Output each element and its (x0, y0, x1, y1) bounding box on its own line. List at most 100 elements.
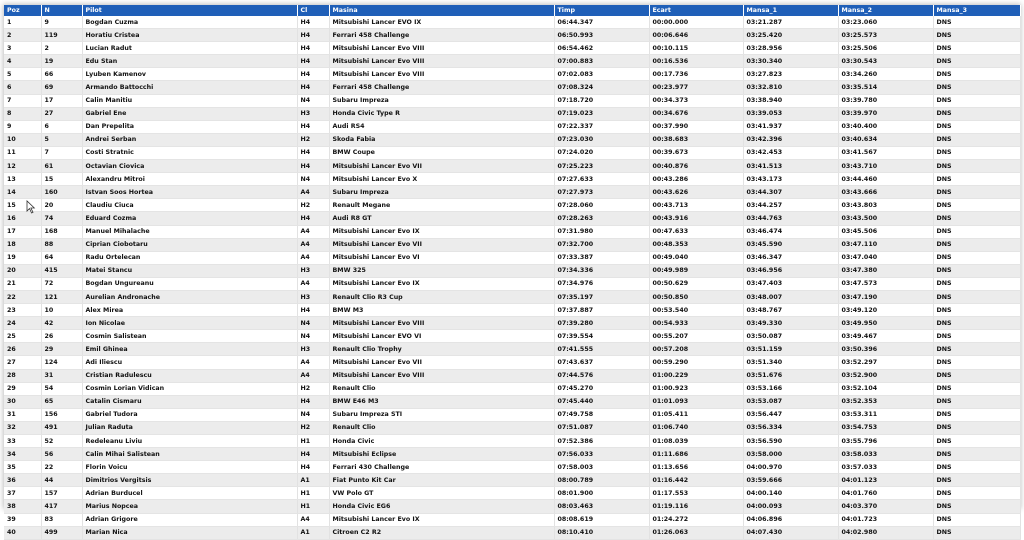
cell-pilot: Florin Voicu (82, 460, 298, 475)
table-row[interactable]: 1 9 Bogdan Cuzma H4 Mitsubishi Lancer EVO IX… (4, 16, 1021, 30)
cell-poz: 2 (4, 28, 42, 43)
cell-n: 415 (41, 264, 83, 278)
cell-mansa-2: 04:02.980 (838, 526, 934, 540)
cell-cl: A1 (297, 473, 330, 488)
cell-cl: H3 (297, 264, 330, 278)
column-header-mansa-3[interactable]: Mansa_3 (933, 5, 1021, 16)
table-row[interactable]: 12 61 Octavian Ciovica H4 Mitsubishi Lancer … (4, 159, 1021, 174)
table-row[interactable]: 17 168 Manuel Mihalache A4 Mitsubishi Lancer… (4, 225, 1021, 239)
cell-cl: H4 (297, 67, 330, 82)
cell-timp: 08:03.463 (554, 499, 650, 514)
table-row[interactable]: 24 42 Ion Nicolae N4 Mitsubishi Lancer Evo V… (4, 316, 1021, 331)
table-row[interactable]: 16 74 Eduard Cozma H4 Audi R8 GT 07:28.263 00:… (4, 211, 1021, 226)
column-header-mansa-1[interactable]: Mansa_1 (743, 5, 839, 16)
table-row[interactable]: 15 20 Claudiu Ciuca H2 Renault Megane 07:28.0… (4, 198, 1021, 213)
cell-mansa-3: DNS (933, 185, 1021, 200)
cell-n: 42 (41, 316, 83, 331)
table-row[interactable]: 18 88 Ciprian Ciobotaru A4 Mitsubishi Lancer… (4, 238, 1021, 252)
cell-mansa-1: 03:41.937 (743, 120, 839, 134)
cell-pilot: Marius Nopcea (82, 499, 298, 514)
table-row[interactable]: 13 15 Alexandru Mitroi N4 Mitsubishi Lancer … (4, 172, 1021, 187)
table-row[interactable]: 19 64 Radu Ortelecan A4 Mitsubishi Lancer Ev… (4, 251, 1021, 265)
cell-timp: 08:01.900 (554, 486, 650, 501)
cell-pilot: Armando Battocchi (82, 80, 298, 95)
cell-mansa-3: DNS (933, 277, 1021, 291)
column-header-cl[interactable]: Cl (297, 5, 330, 16)
column-header-timp[interactable]: Timp (554, 5, 650, 16)
table-row[interactable]: 6 69 Armando Battocchi H4 Ferrari 458 Challe… (4, 80, 1021, 95)
column-header-mansa-2[interactable]: Mansa_2 (838, 5, 934, 16)
cell-mansa-2: 03:40.400 (838, 120, 934, 134)
cell-mansa-1: 04:00.140 (743, 486, 839, 501)
table-row[interactable]: 14 160 Istvan Soos Hortea A4 Subaru Impreza 0… (4, 185, 1021, 200)
cell-mansa-3: DNS (933, 264, 1021, 278)
cell-n: 121 (41, 290, 83, 305)
cell-timp: 07:43.637 (554, 355, 650, 370)
table-row[interactable]: 35 22 Florin Voicu H4 Ferrari 430 Challenge 0… (4, 460, 1021, 475)
cell-masina: Audi RS4 (329, 120, 555, 134)
column-header-ecart[interactable]: Ecart (649, 5, 744, 16)
table-row[interactable]: 9 6 Dan Prepelita H4 Audi RS4 07:22.337 00:37.… (4, 120, 1021, 134)
table-row[interactable]: 38 417 Marius Nopcea H1 Honda Civic EG6 08:03… (4, 499, 1021, 514)
table-row[interactable]: 25 26 Cosmin Salistean N4 Mitsubishi Lancer … (4, 329, 1021, 344)
table-row[interactable]: 33 52 Redeleanu Liviu H1 Honda Civic 07:52.38… (4, 434, 1021, 449)
table-row[interactable]: 31 156 Gabriel Tudora N4 Subaru Impreza STI 0… (4, 408, 1021, 422)
column-header-pilot[interactable]: Pilot (82, 5, 298, 16)
table-row[interactable]: 36 44 Dimitrios Vergitsis A1 Fiat Punto Kit … (4, 473, 1021, 488)
cell-timp: 08:00.789 (554, 473, 650, 488)
cell-mansa-3: DNS (933, 198, 1021, 213)
table-row[interactable]: 5 66 Lyuben Kamenov H4 Mitsubishi Lancer Evo… (4, 67, 1021, 82)
table-row[interactable]: 3 2 Lucian Radut H4 Mitsubishi Lancer Evo VI… (4, 41, 1021, 56)
cell-mansa-2: 03:54.753 (838, 421, 934, 436)
cell-ecart: 00:54.933 (649, 316, 744, 331)
table-row[interactable]: 2 119 Horatiu Cristea H4 Ferrari 458 Challen… (4, 28, 1021, 43)
table-row[interactable]: 34 56 Calin Mihai Salistean H4 Mitsubishi Ec… (4, 447, 1021, 462)
cell-pilot: Costi Stratnic (82, 146, 298, 161)
table-row[interactable]: 23 10 Alex Mirea H4 BMW M3 07:37.887 00:53.540… (4, 303, 1021, 318)
table-row[interactable]: 22 121 Aurelian Andronache H3 Renault Clio R… (4, 290, 1021, 305)
table-row[interactable]: 28 31 Cristian Radulescu A4 Mitsubishi Lance… (4, 369, 1021, 383)
cell-poz: 40 (4, 526, 42, 540)
cell-ecart: 00:23.977 (649, 80, 744, 95)
cell-pilot: Alex Mirea (82, 303, 298, 318)
cell-poz: 28 (4, 369, 42, 383)
cell-pilot: Dan Prepelita (82, 120, 298, 134)
cell-n: 7 (41, 146, 83, 161)
table-row[interactable]: 29 54 Cosmin Lorian Vidican H2 Renault Clio 0… (4, 382, 1021, 396)
table-row[interactable]: 37 157 Adrian Burducel H1 VW Polo GT 08:01.90… (4, 486, 1021, 501)
cell-n: 119 (41, 28, 83, 43)
cell-n: 6 (41, 120, 83, 134)
cell-mansa-2: 03:25.506 (838, 41, 934, 56)
cell-mansa-1: 03:56.447 (743, 408, 839, 422)
table-row[interactable]: 32 491 Julian Raduta H2 Renault Clio 07:51.08… (4, 421, 1021, 436)
table-row[interactable]: 20 415 Matei Stancu H3 BMW 325 07:34.336 00:49… (4, 264, 1021, 278)
table-row[interactable]: 10 5 Andrei Serban H2 Skoda Fabia 07:23.030 00… (4, 133, 1021, 147)
table-row[interactable]: 30 65 Catalin Cismaru H4 BMW E46 M3 07:45.440… (4, 395, 1021, 409)
column-header-poz[interactable]: Poz (4, 5, 42, 16)
cell-poz: 36 (4, 473, 42, 488)
table-row[interactable]: 27 124 Adi Iliescu A4 Mitsubishi Lancer Evo … (4, 355, 1021, 370)
cell-timp: 07:27.973 (554, 185, 650, 200)
table-row[interactable]: 26 29 Emil Ghinea H3 Renault Clio Trophy 07:4… (4, 342, 1021, 357)
cell-n: 156 (41, 408, 83, 422)
cell-mansa-1: 03:43.173 (743, 172, 839, 187)
cell-pilot: Redeleanu Liviu (82, 434, 298, 449)
column-header-masina[interactable]: Masina (329, 5, 555, 16)
cell-mansa-3: DNS (933, 41, 1021, 56)
cell-n: 26 (41, 329, 83, 344)
table-row[interactable]: 39 83 Adrian Grigore A4 Mitsubishi Lancer Ev… (4, 513, 1021, 527)
table-row[interactable]: 21 72 Bogdan Ungureanu A4 Mitsubishi Lancer … (4, 277, 1021, 291)
table-row[interactable]: 11 7 Costi Stratnic H4 BMW Coupe 07:24.020 00:… (4, 146, 1021, 161)
column-header-n[interactable]: N (41, 5, 83, 16)
cell-mansa-2: 03:52.900 (838, 369, 934, 383)
table-row[interactable]: 8 27 Gabriel Ene H3 Honda Civic Type R 07:19.… (4, 107, 1021, 121)
table-row[interactable]: 4 19 Edu Stan H4 Mitsubishi Lancer Evo VIII 0… (4, 54, 1021, 69)
cell-poz: 19 (4, 251, 42, 265)
cell-pilot: Cristian Radulescu (82, 369, 298, 383)
cell-masina: Mitsubishi Lancer Evo VIII (329, 316, 555, 331)
table-row[interactable]: 7 17 Calin Manitiu N4 Subaru Impreza 07:18.72… (4, 94, 1021, 108)
cell-ecart: 00:17.736 (649, 67, 744, 82)
cell-poz: 25 (4, 329, 42, 344)
table-row[interactable]: 40 499 Marian Nica A1 Citroen C2 R2 08:10.410… (4, 526, 1021, 540)
cell-mansa-3: DNS (933, 316, 1021, 331)
